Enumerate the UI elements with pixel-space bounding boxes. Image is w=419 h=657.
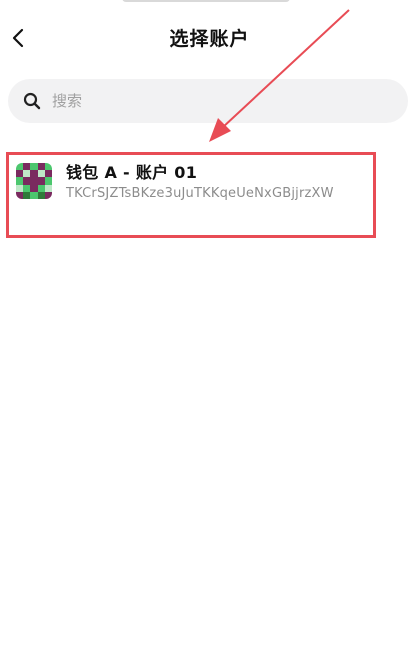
account-name: 钱包 A - 账户 01 [66, 163, 198, 182]
top-handle [122, 0, 290, 2]
search-icon [22, 91, 42, 111]
search-input[interactable] [50, 91, 354, 111]
account-address: TKCrSJZTsBKze3uJuTKKqeUeNxGBjjrzXW [66, 186, 334, 201]
account-avatar [16, 163, 52, 199]
page-title: 选择账户 [169, 28, 250, 50]
search-bar[interactable] [8, 79, 408, 123]
header: 选择账户 [0, 18, 419, 58]
account-list-item[interactable]: 钱包 A - 账户 01 TKCrSJZTsBKze3uJuTKKqeUeNxG… [6, 152, 376, 238]
